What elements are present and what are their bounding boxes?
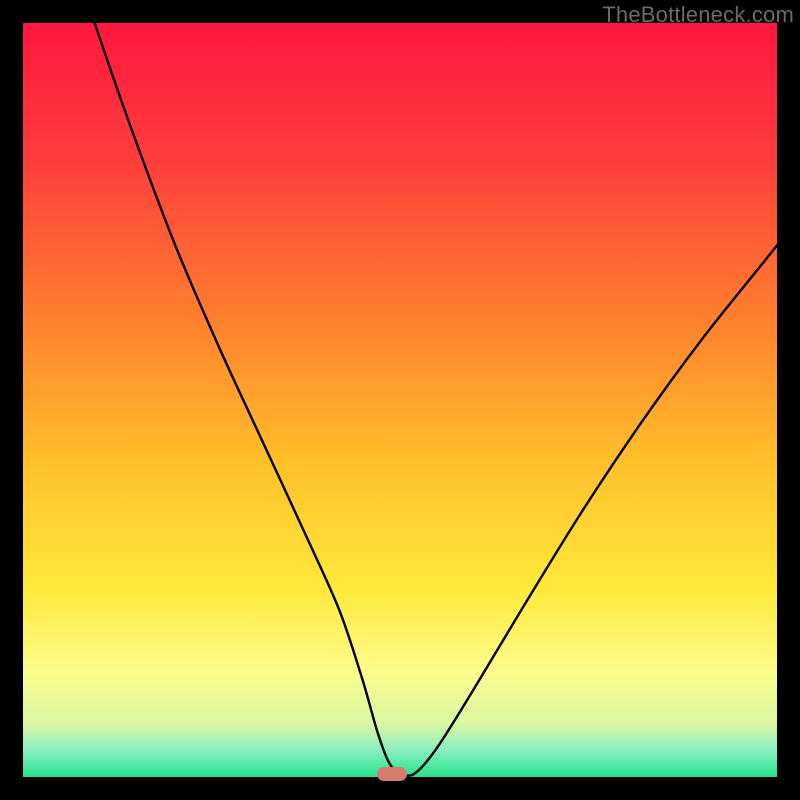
curve-layer — [23, 23, 777, 777]
watermark-text: TheBottleneck.com — [602, 2, 794, 28]
bottleneck-curve — [95, 23, 777, 776]
plot-area — [23, 23, 777, 777]
optimum-marker — [377, 767, 407, 781]
chart-frame — [23, 23, 777, 777]
